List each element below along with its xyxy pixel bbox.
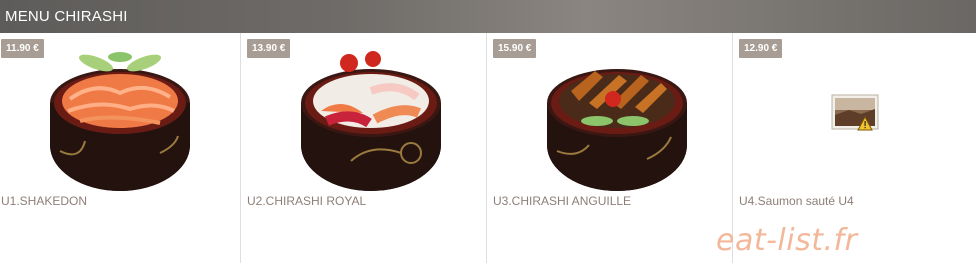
item-name[interactable]: U1.SHAKEDON [1,194,87,208]
price-badge: 13.90 € [247,39,291,58]
menu-item-card[interactable]: 15.90 € U3.CHIRASHI ANGUILLE [486,33,732,263]
eel-bowl-image[interactable] [537,41,697,191]
watermark-logo: eat-list.fr [716,223,858,258]
menu-title: MENU CHIRASHI [5,8,128,25]
broken-image-icon[interactable] [831,93,879,133]
salmon-bowl-image[interactable] [40,41,200,191]
item-name[interactable]: U2.CHIRASHI ROYAL [247,194,366,208]
menu-header: MENU CHIRASHI [0,0,976,33]
price-badge: 12.90 € [739,39,783,58]
mixed-fish-bowl-image[interactable] [291,41,451,191]
item-name[interactable]: U4.Saumon sauté U4 [739,194,854,208]
price-badge: 11.90 € [1,39,44,58]
menu-item-card[interactable]: 13.90 € U2.CHIRASHI ROYAL [240,33,486,263]
menu-item-card[interactable]: 11.90 € U1.SHAKEDON [0,33,245,263]
price-badge: 15.90 € [493,39,537,58]
item-name[interactable]: U3.CHIRASHI ANGUILLE [493,194,631,208]
